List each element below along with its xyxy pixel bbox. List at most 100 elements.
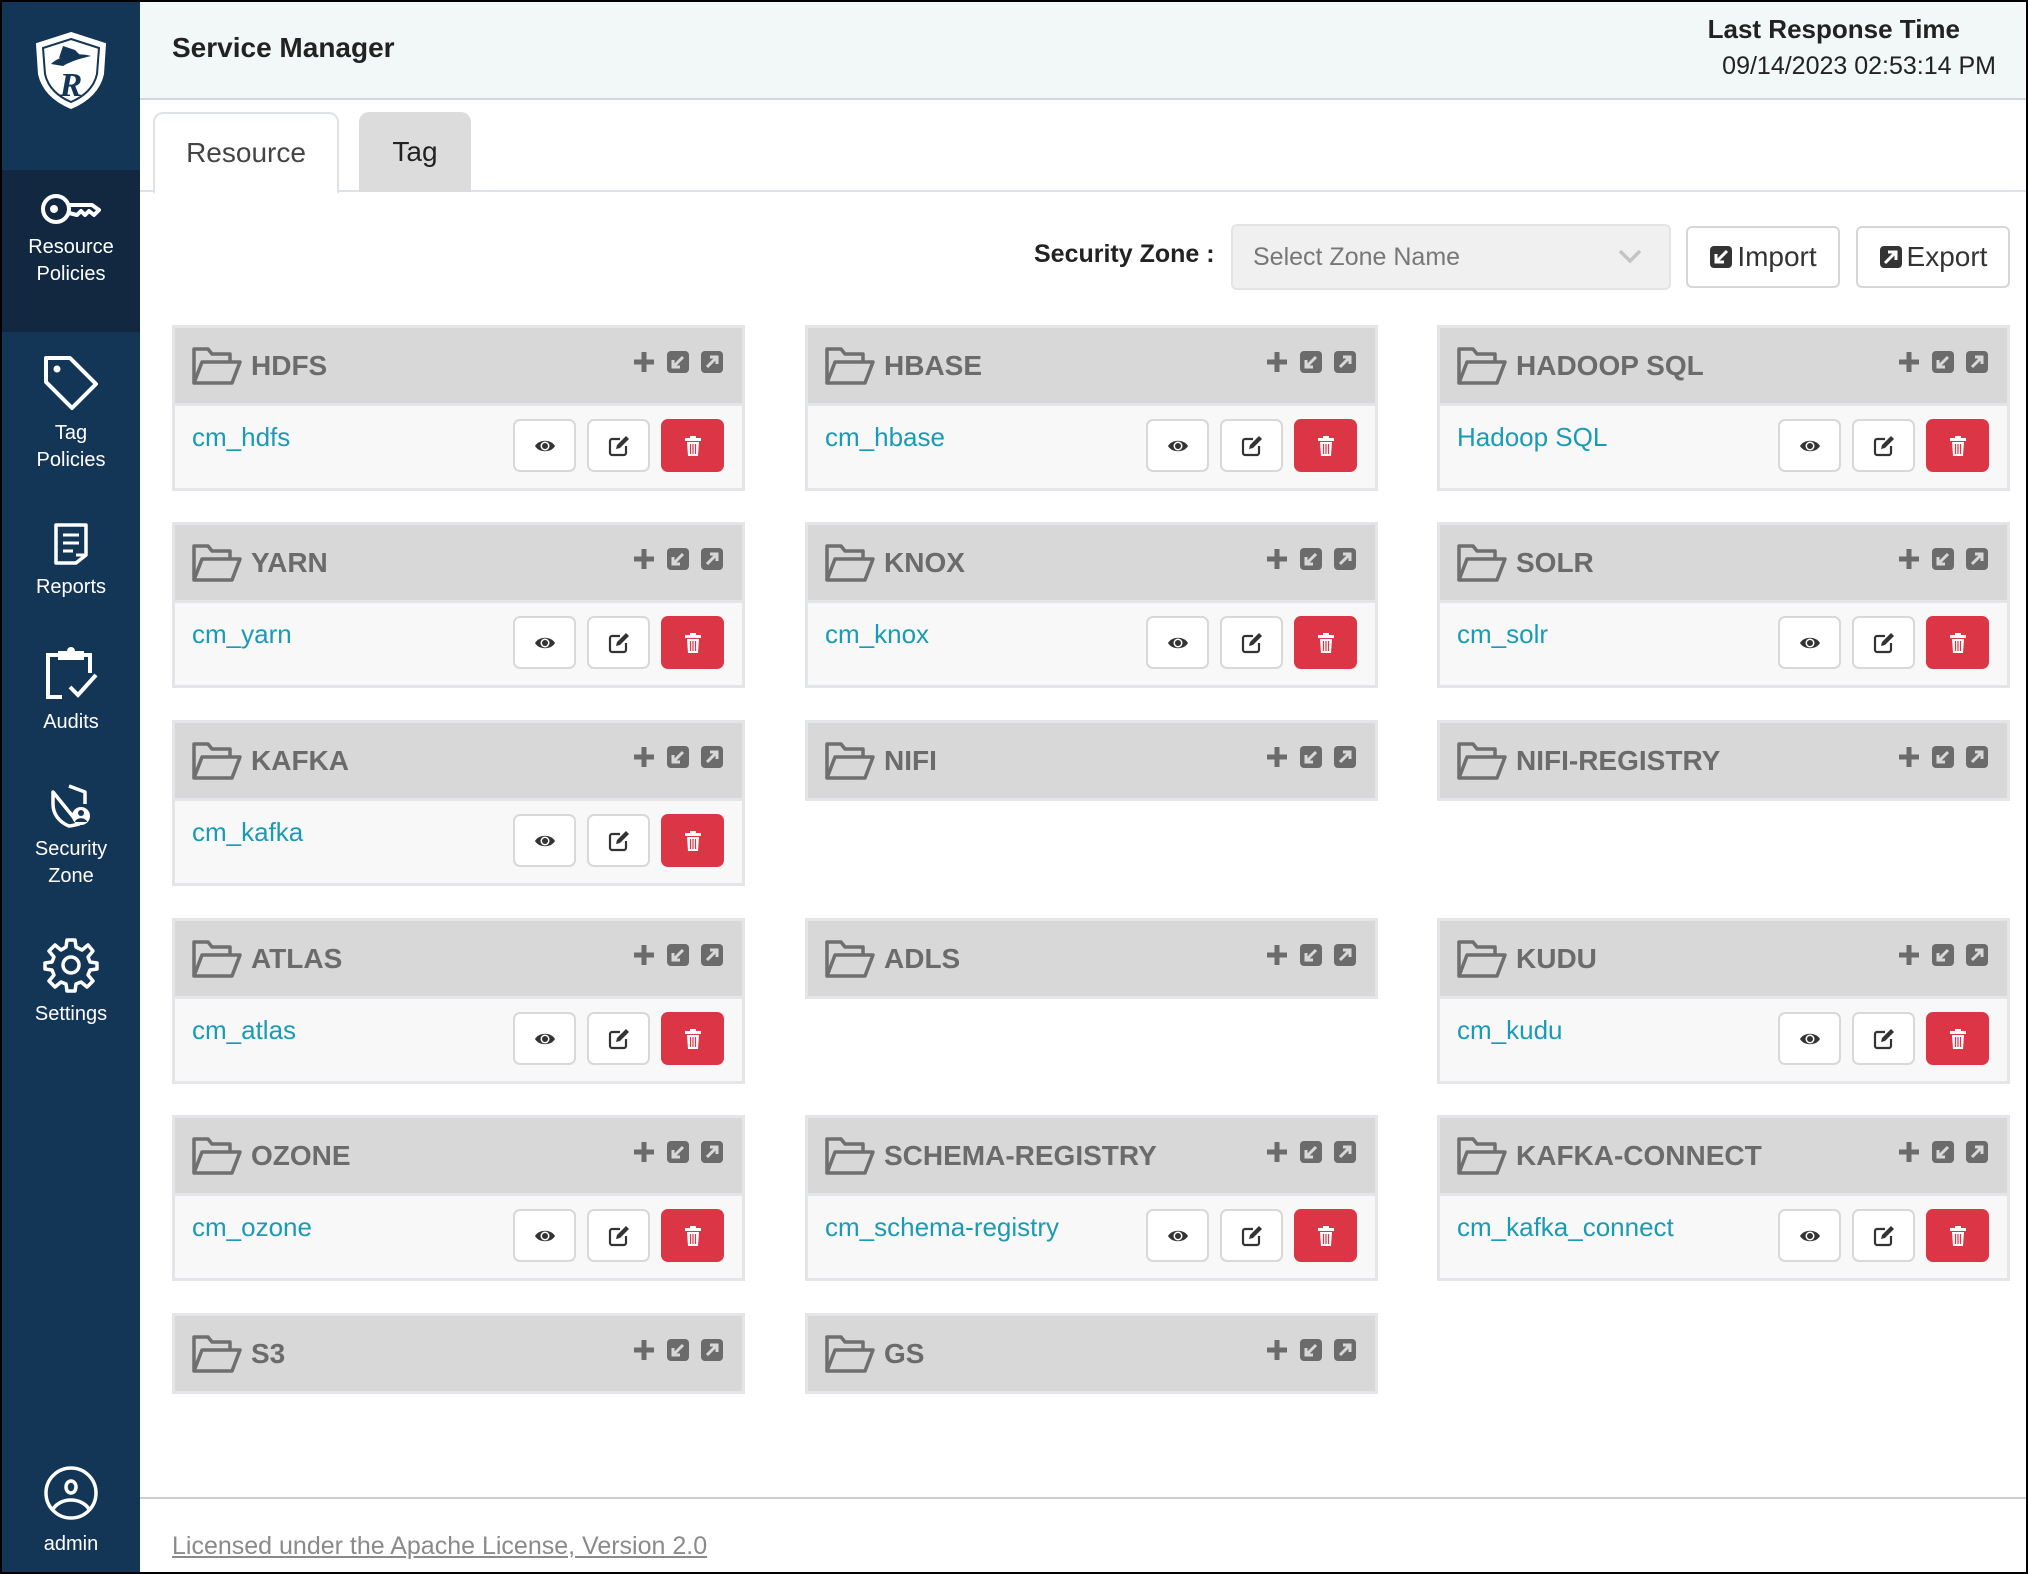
import-service-icon[interactable] — [666, 350, 690, 374]
service-name-link[interactable]: cm_hdfs — [192, 422, 290, 453]
add-service-icon[interactable] — [632, 1140, 656, 1164]
service-name-link[interactable]: cm_ozone — [192, 1212, 312, 1243]
security-zone-select[interactable]: Select Zone Name — [1231, 224, 1671, 290]
delete-service-button[interactable] — [1926, 1209, 1989, 1262]
delete-service-button[interactable] — [661, 814, 724, 867]
add-service-icon[interactable] — [632, 745, 656, 769]
add-service-icon[interactable] — [1897, 350, 1921, 374]
export-service-icon[interactable] — [1965, 1140, 1989, 1164]
edit-service-button[interactable] — [1852, 1012, 1915, 1065]
export-service-icon[interactable] — [1333, 547, 1357, 571]
add-service-icon[interactable] — [632, 1338, 656, 1362]
edit-service-button[interactable] — [1220, 419, 1283, 472]
view-service-button[interactable] — [1778, 616, 1841, 669]
sidebar-item-security-zone[interactable]: Security Zone — [2, 784, 140, 890]
delete-service-button[interactable] — [661, 419, 724, 472]
export-service-icon[interactable] — [1965, 350, 1989, 374]
edit-service-button[interactable] — [1220, 616, 1283, 669]
edit-service-button[interactable] — [587, 1209, 650, 1262]
tab-resource[interactable]: Resource — [153, 112, 339, 194]
import-service-icon[interactable] — [1931, 350, 1955, 374]
add-service-icon[interactable] — [1265, 943, 1289, 967]
edit-service-button[interactable] — [1852, 616, 1915, 669]
import-button[interactable]: Import — [1686, 226, 1840, 288]
add-service-icon[interactable] — [1897, 1140, 1921, 1164]
add-service-icon[interactable] — [632, 943, 656, 967]
sidebar-user-menu[interactable]: admin — [2, 1465, 140, 1558]
export-service-icon[interactable] — [1965, 547, 1989, 571]
export-service-icon[interactable] — [700, 350, 724, 374]
edit-service-button[interactable] — [587, 1012, 650, 1065]
add-service-icon[interactable] — [1265, 547, 1289, 571]
tab-tag[interactable]: Tag — [359, 112, 471, 192]
view-service-button[interactable] — [513, 616, 576, 669]
add-service-icon[interactable] — [632, 547, 656, 571]
edit-service-button[interactable] — [587, 419, 650, 472]
view-service-button[interactable] — [1778, 1209, 1841, 1262]
edit-service-button[interactable] — [587, 616, 650, 669]
view-service-button[interactable] — [1146, 616, 1209, 669]
edit-service-button[interactable] — [1852, 419, 1915, 472]
import-service-icon[interactable] — [1931, 943, 1955, 967]
export-service-icon[interactable] — [1965, 943, 1989, 967]
ranger-logo[interactable]: R — [2, 2, 140, 170]
import-service-icon[interactable] — [666, 547, 690, 571]
service-name-link[interactable]: cm_yarn — [192, 619, 292, 650]
export-service-icon[interactable] — [1965, 745, 1989, 769]
import-service-icon[interactable] — [1931, 745, 1955, 769]
export-service-icon[interactable] — [1333, 745, 1357, 769]
add-service-icon[interactable] — [1265, 1140, 1289, 1164]
delete-service-button[interactable] — [661, 1209, 724, 1262]
import-service-icon[interactable] — [1931, 1140, 1955, 1164]
view-service-button[interactable] — [513, 1012, 576, 1065]
export-service-icon[interactable] — [700, 943, 724, 967]
service-name-link[interactable]: cm_kafka_connect — [1457, 1212, 1674, 1243]
sidebar-item-reports[interactable]: Reports — [2, 522, 140, 601]
view-service-button[interactable] — [1146, 1209, 1209, 1262]
service-name-link[interactable]: cm_solr — [1457, 619, 1548, 650]
export-service-icon[interactable] — [1333, 1140, 1357, 1164]
delete-service-button[interactable] — [661, 616, 724, 669]
apache-license-link[interactable]: Licensed under the Apache License, Versi… — [172, 1532, 707, 1561]
view-service-button[interactable] — [513, 814, 576, 867]
add-service-icon[interactable] — [1897, 547, 1921, 571]
sidebar-item-tag-policies[interactable]: Tag Policies — [2, 354, 140, 474]
export-service-icon[interactable] — [1333, 1338, 1357, 1362]
import-service-icon[interactable] — [666, 745, 690, 769]
service-name-link[interactable]: cm_schema-registry — [825, 1212, 1059, 1243]
view-service-button[interactable] — [1778, 419, 1841, 472]
service-name-link[interactable]: cm_kudu — [1457, 1015, 1563, 1046]
add-service-icon[interactable] — [1897, 745, 1921, 769]
import-service-icon[interactable] — [666, 1338, 690, 1362]
delete-service-button[interactable] — [1294, 419, 1357, 472]
export-service-icon[interactable] — [1333, 943, 1357, 967]
edit-service-button[interactable] — [1852, 1209, 1915, 1262]
delete-service-button[interactable] — [1926, 419, 1989, 472]
add-service-icon[interactable] — [1897, 943, 1921, 967]
service-name-link[interactable]: cm_hbase — [825, 422, 945, 453]
service-name-link[interactable]: cm_knox — [825, 619, 929, 650]
add-service-icon[interactable] — [1265, 1338, 1289, 1362]
edit-service-button[interactable] — [587, 814, 650, 867]
export-service-icon[interactable] — [700, 745, 724, 769]
export-service-icon[interactable] — [700, 1140, 724, 1164]
import-service-icon[interactable] — [666, 1140, 690, 1164]
edit-service-button[interactable] — [1220, 1209, 1283, 1262]
import-service-icon[interactable] — [1299, 350, 1323, 374]
import-service-icon[interactable] — [1299, 1338, 1323, 1362]
view-service-button[interactable] — [513, 1209, 576, 1262]
view-service-button[interactable] — [1778, 1012, 1841, 1065]
import-service-icon[interactable] — [666, 943, 690, 967]
view-service-button[interactable] — [513, 419, 576, 472]
delete-service-button[interactable] — [1294, 616, 1357, 669]
export-service-icon[interactable] — [700, 547, 724, 571]
add-service-icon[interactable] — [632, 350, 656, 374]
add-service-icon[interactable] — [1265, 745, 1289, 769]
add-service-icon[interactable] — [1265, 350, 1289, 374]
sidebar-item-settings[interactable]: Settings — [2, 937, 140, 1028]
delete-service-button[interactable] — [1926, 616, 1989, 669]
sidebar-item-audits[interactable]: Audits — [2, 647, 140, 736]
import-service-icon[interactable] — [1931, 547, 1955, 571]
service-name-link[interactable]: Hadoop SQL — [1457, 422, 1607, 453]
import-service-icon[interactable] — [1299, 1140, 1323, 1164]
